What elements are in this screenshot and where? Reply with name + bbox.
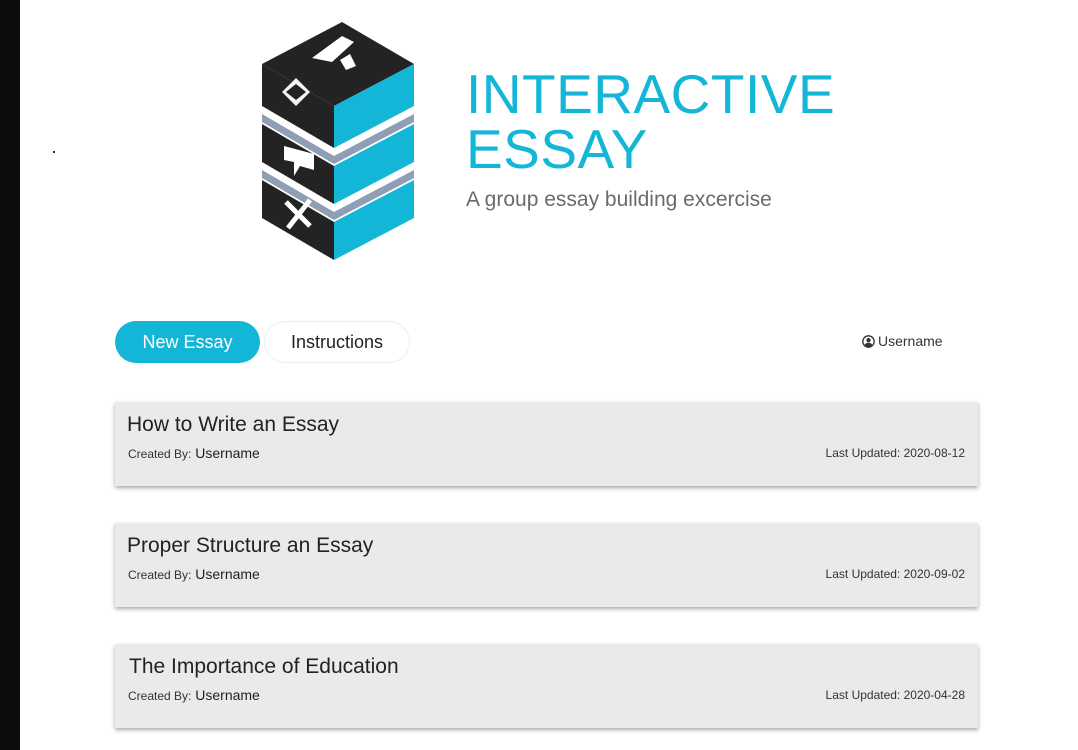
stray-dot — [53, 151, 55, 153]
username-label: Username — [878, 333, 943, 349]
essay-title: How to Write an Essay — [127, 413, 340, 436]
interactive-essay-logo-icon — [262, 22, 414, 260]
essay-creator: Created By: Username — [128, 566, 260, 582]
created-by-label: Created By: — [128, 447, 192, 461]
brand-title: INTERACTIVE ESSAY — [466, 67, 835, 177]
brand-subtitle: A group essay building excercise — [466, 188, 772, 211]
last-updated-label: Last Updated: — [825, 567, 901, 581]
essay-card[interactable]: Proper Structure an Essay Created By: Us… — [115, 523, 978, 607]
essay-card[interactable]: How to Write an Essay Created By: Userna… — [115, 402, 978, 486]
left-edge-bar — [0, 0, 20, 750]
essay-creator: Created By: Username — [128, 687, 260, 703]
essay-title: The Importance of Education — [129, 655, 399, 678]
essay-title: Proper Structure an Essay — [127, 534, 374, 557]
instructions-button[interactable]: Instructions — [264, 321, 410, 363]
last-updated-value: 2020-09-02 — [903, 567, 965, 581]
brand-title-line1: INTERACTIVE — [466, 63, 836, 125]
last-updated-value: 2020-04-28 — [903, 688, 965, 702]
user-circle-icon — [862, 334, 875, 348]
essay-card[interactable]: The Importance of Education Created By: … — [115, 644, 978, 728]
created-by-value: Username — [195, 445, 260, 461]
user-menu[interactable]: Username — [862, 333, 943, 349]
created-by-value: Username — [195, 566, 260, 582]
last-updated-value: 2020-08-12 — [903, 446, 965, 460]
essay-last-updated: Last Updated: 2020-09-02 — [826, 567, 965, 581]
created-by-label: Created By: — [128, 689, 192, 703]
new-essay-button[interactable]: New Essay — [115, 321, 260, 363]
created-by-label: Created By: — [128, 568, 192, 582]
last-updated-label: Last Updated: — [825, 688, 901, 702]
brand-title-line2: ESSAY — [466, 118, 648, 180]
last-updated-label: Last Updated: — [825, 446, 901, 460]
essay-last-updated: Last Updated: 2020-08-12 — [826, 446, 965, 460]
page: INTERACTIVE ESSAY A group essay building… — [0, 0, 1078, 750]
essay-last-updated: Last Updated: 2020-04-28 — [826, 688, 965, 702]
created-by-value: Username — [195, 687, 260, 703]
essay-creator: Created By: Username — [128, 445, 260, 461]
